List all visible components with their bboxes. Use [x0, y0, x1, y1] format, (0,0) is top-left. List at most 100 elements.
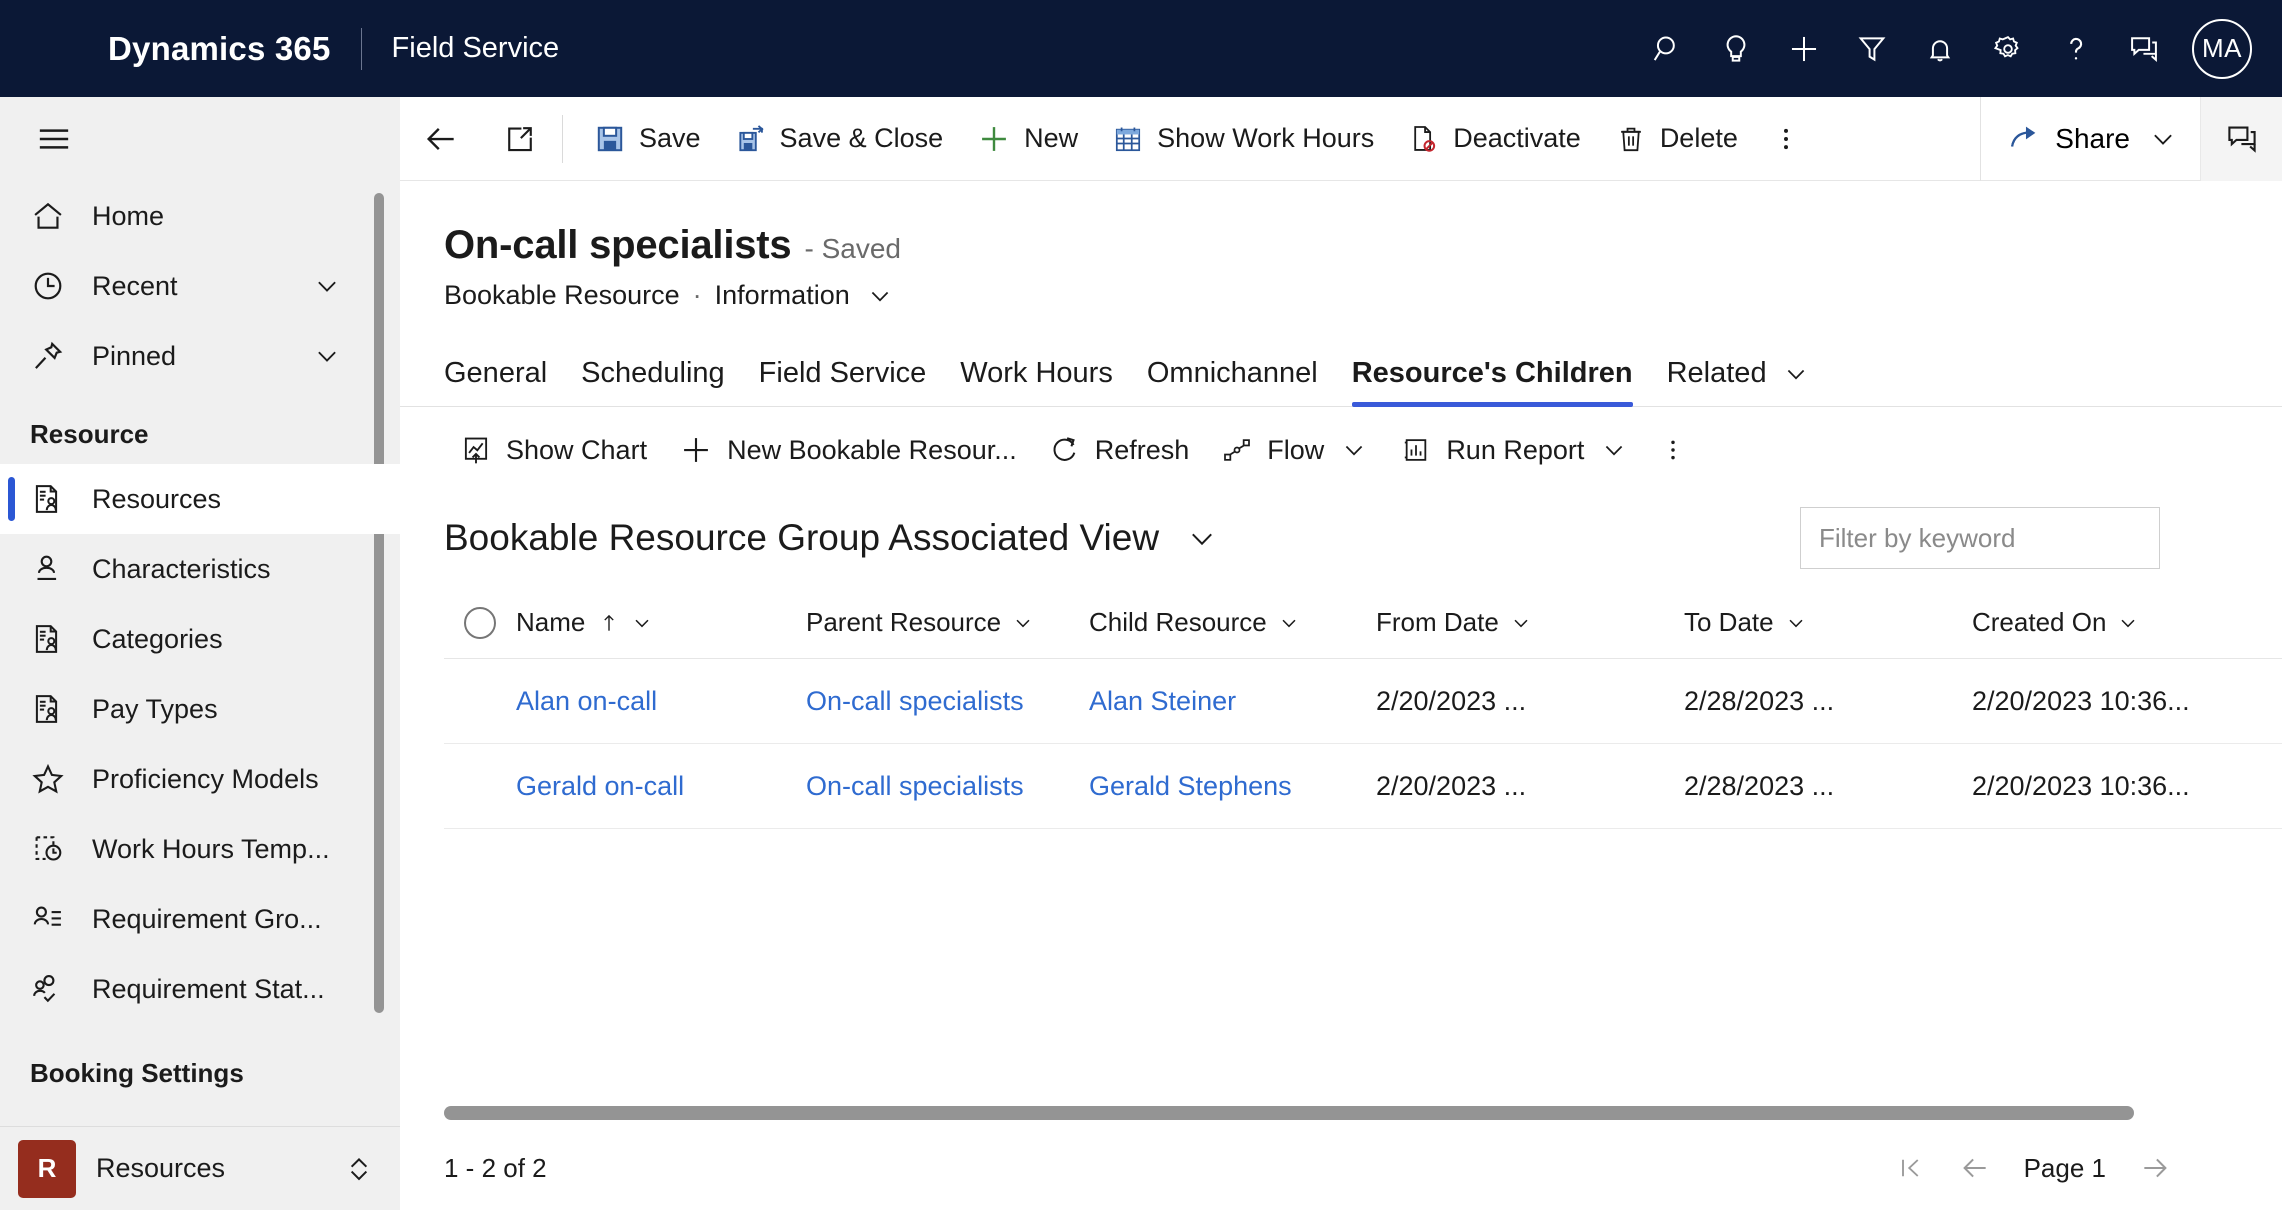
sidebar-item-home[interactable]: Home — [0, 181, 400, 251]
refresh-button[interactable]: Refresh — [1033, 419, 1206, 481]
search-icon[interactable] — [1634, 15, 1702, 83]
cell-name[interactable]: Alan on-call — [516, 686, 806, 717]
chevron-down-icon[interactable] — [1510, 612, 1532, 634]
chevron-down-icon[interactable] — [631, 612, 653, 634]
tab-omnichannel[interactable]: Omnichannel — [1130, 357, 1335, 406]
chevron-down-icon[interactable] — [1600, 436, 1628, 464]
sidebar-item-label: Pinned — [92, 340, 177, 371]
show-chart-button[interactable]: Show Chart — [444, 419, 663, 481]
new-label: New — [1024, 123, 1079, 153]
top-navigation-bar: Dynamics 365 Field Service MA — [0, 0, 2282, 97]
cell-name[interactable]: Gerald on-call — [516, 771, 806, 802]
filter-box[interactable] — [1800, 507, 2160, 569]
select-all-checkbox[interactable] — [444, 606, 516, 639]
view-selector-chevron-icon[interactable] — [1185, 521, 1219, 555]
sidebar-item-pay-types[interactable]: Pay Types — [0, 674, 400, 744]
resource-icon — [26, 617, 70, 661]
form-name[interactable]: Information — [715, 280, 850, 311]
column-header-name[interactable]: Name — [516, 607, 806, 638]
previous-page-button[interactable] — [1948, 1141, 2002, 1195]
sidebar-item-requirement-status[interactable]: Requirement Stat... — [0, 954, 400, 1024]
first-page-button[interactable] — [1884, 1141, 1938, 1195]
filter-icon[interactable] — [1838, 15, 1906, 83]
share-button[interactable]: Share — [1981, 97, 2200, 180]
area-switcher-chevron-icon[interactable] — [342, 1152, 376, 1186]
subgrid-overflow-button[interactable] — [1644, 419, 1702, 481]
sitemap-toggle[interactable] — [0, 97, 400, 181]
popout-button[interactable] — [482, 122, 558, 156]
tab-work-hours[interactable]: Work Hours — [943, 357, 1130, 406]
tab-general[interactable]: General — [444, 357, 564, 406]
delete-button[interactable]: Delete — [1598, 106, 1755, 172]
tab-field-service[interactable]: Field Service — [742, 357, 944, 406]
grid-empty-space — [444, 829, 2282, 1106]
new-bookable-resource-button[interactable]: New Bookable Resour... — [663, 419, 1033, 481]
sidebar-item-proficiency-models[interactable]: Proficiency Models — [0, 744, 400, 814]
run-report-button[interactable]: Run Report — [1384, 419, 1644, 481]
chevron-down-icon[interactable] — [312, 341, 342, 371]
cell-to-date: 2/28/2023 ... — [1684, 685, 1835, 716]
table-row[interactable]: Gerald on-call On-call specialists Geral… — [444, 744, 2282, 829]
clock-icon — [26, 264, 70, 308]
feedback-icon[interactable] — [2110, 15, 2178, 83]
area-switcher[interactable]: R Resources — [0, 1126, 400, 1210]
sidebar-item-characteristics[interactable]: Characteristics — [0, 534, 400, 604]
app-name[interactable]: Field Service — [392, 32, 560, 65]
tab-resources-children[interactable]: Resource's Children — [1335, 357, 1650, 407]
sidebar-item-pinned[interactable]: Pinned — [0, 321, 400, 391]
flow-button[interactable]: Flow — [1205, 419, 1384, 481]
bell-icon[interactable] — [1906, 15, 1974, 83]
gear-icon[interactable] — [1974, 15, 2042, 83]
chevron-down-icon[interactable] — [1340, 436, 1368, 464]
chevron-down-icon[interactable] — [1012, 612, 1034, 634]
cell-parent-resource[interactable]: On-call specialists — [806, 686, 1089, 717]
show-work-hours-button[interactable]: Show Work Hours — [1095, 106, 1391, 172]
chevron-down-icon[interactable] — [312, 271, 342, 301]
chevron-down-icon[interactable] — [1782, 360, 1810, 388]
search-input[interactable] — [1819, 522, 2141, 554]
form-selector-chevron-icon[interactable] — [866, 282, 894, 310]
avatar[interactable]: MA — [2192, 18, 2252, 79]
sidebar-item-requirement-groups[interactable]: Requirement Gro... — [0, 884, 400, 954]
cell-child-resource[interactable]: Gerald Stephens — [1089, 771, 1376, 802]
lightbulb-icon[interactable] — [1702, 15, 1770, 83]
grid-horizontal-scroll-area — [444, 1106, 2282, 1126]
copilot-panel-button[interactable] — [2200, 96, 2282, 181]
grid-horizontal-scrollbar[interactable] — [444, 1106, 2134, 1120]
sidebar-item-recent[interactable]: Recent — [0, 251, 400, 321]
deactivate-icon — [1408, 123, 1440, 155]
view-name[interactable]: Bookable Resource Group Associated View — [444, 517, 1159, 559]
table-row[interactable]: Alan on-call On-call specialists Alan St… — [444, 659, 2282, 744]
tab-scheduling[interactable]: Scheduling — [564, 357, 742, 406]
chevron-down-icon[interactable] — [2117, 612, 2139, 634]
question-icon[interactable] — [2042, 15, 2110, 83]
column-header-to-date[interactable]: To Date — [1684, 607, 1972, 638]
brand-title[interactable]: Dynamics 365 — [108, 30, 331, 68]
column-header-from-date[interactable]: From Date — [1376, 607, 1684, 638]
next-page-button[interactable] — [2128, 1141, 2182, 1195]
sidebar-item-resources[interactable]: Resources — [0, 464, 400, 534]
chevron-down-icon[interactable] — [2148, 124, 2178, 154]
cell-child-resource[interactable]: Alan Steiner — [1089, 686, 1376, 717]
resource-icon — [26, 477, 70, 521]
back-button[interactable] — [400, 120, 482, 158]
save-and-close-button[interactable]: Save & Close — [718, 106, 961, 172]
sidebar-item-work-hours-templates[interactable]: Work Hours Temp... — [0, 814, 400, 884]
plus-icon[interactable] — [1770, 15, 1838, 83]
save-button[interactable]: Save — [577, 106, 718, 172]
sidebar-item-label: Work Hours Temp... — [92, 833, 330, 864]
cell-parent-resource[interactable]: On-call specialists — [806, 771, 1089, 802]
chevron-down-icon[interactable] — [1785, 612, 1807, 634]
column-header-created-on[interactable]: Created On — [1972, 607, 2272, 638]
column-header-child-resource[interactable]: Child Resource — [1089, 607, 1376, 638]
command-bar-overflow-button[interactable] — [1755, 106, 1817, 172]
deactivate-button[interactable]: Deactivate — [1391, 106, 1598, 172]
brand-divider — [360, 27, 362, 70]
cell-created-on: 2/20/2023 10:36... — [1972, 770, 2190, 801]
sidebar-item-categories[interactable]: Categories — [0, 604, 400, 674]
chevron-down-icon[interactable] — [1278, 612, 1300, 634]
entity-name: Bookable Resource — [444, 280, 680, 310]
tab-related[interactable]: Related — [1650, 357, 1827, 406]
new-button[interactable]: New — [960, 106, 1095, 172]
column-header-parent-resource[interactable]: Parent Resource — [806, 607, 1089, 638]
